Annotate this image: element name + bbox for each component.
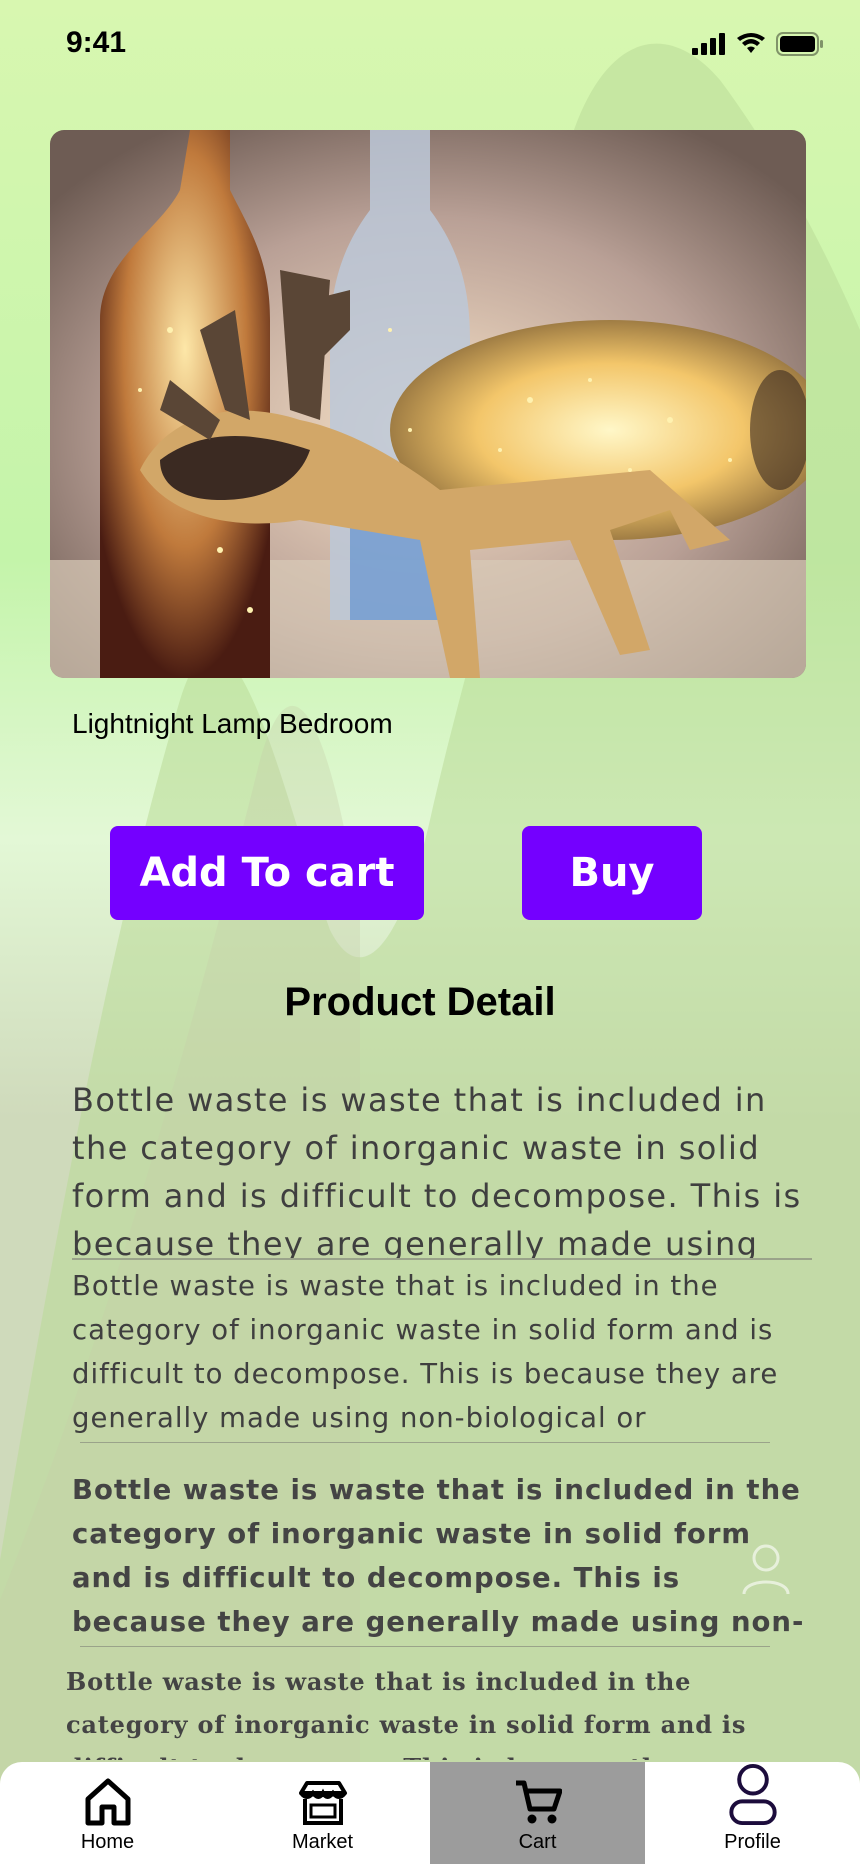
status-icons xyxy=(692,32,824,56)
lamp-illustration xyxy=(50,130,806,678)
nav-item-market[interactable]: Market xyxy=(215,1762,430,1864)
home-icon xyxy=(85,1778,130,1826)
nav-label: Market xyxy=(291,1831,354,1853)
divider xyxy=(80,1442,770,1443)
nav-label: Home xyxy=(80,1831,135,1853)
battery-icon xyxy=(776,32,823,56)
nav-item-cart[interactable]: Cart xyxy=(430,1762,645,1864)
description-paragraph-1: Bottle waste is waste that is included i… xyxy=(72,1076,812,1260)
description-paragraph-4: Bottle waste is waste that is included i… xyxy=(66,1667,747,1760)
product-image xyxy=(50,130,806,678)
buy-button[interactable]: Buy xyxy=(522,826,702,920)
cart-icon xyxy=(515,1780,562,1824)
store-icon xyxy=(298,1781,347,1825)
status-time: 9:41 xyxy=(66,26,127,59)
status-bar: 9:41 xyxy=(0,0,860,90)
signal-icon xyxy=(692,33,725,55)
nav-item-home[interactable]: Home xyxy=(0,1762,215,1864)
add-to-cart-button[interactable]: Add To cart xyxy=(110,826,424,920)
description-paragraph-2: Bottle waste is waste that is included i… xyxy=(72,1270,779,1434)
wifi-icon xyxy=(737,33,765,53)
description-paragraph-3: Bottle waste is waste that is included i… xyxy=(72,1474,805,1638)
divider xyxy=(80,1646,770,1647)
nav-label: Profile xyxy=(724,1831,781,1853)
product-name: Lightnight Lamp Bedroom xyxy=(72,708,393,739)
user-icon xyxy=(728,1763,777,1826)
nav-label: Cart xyxy=(518,1831,557,1853)
nav-item-profile[interactable]: Profile xyxy=(645,1762,860,1864)
product-detail-title: Product Detail xyxy=(284,980,556,1024)
user-icon xyxy=(742,1544,790,1595)
bottom-nav: Home Market Cart Profile xyxy=(0,1762,860,1864)
